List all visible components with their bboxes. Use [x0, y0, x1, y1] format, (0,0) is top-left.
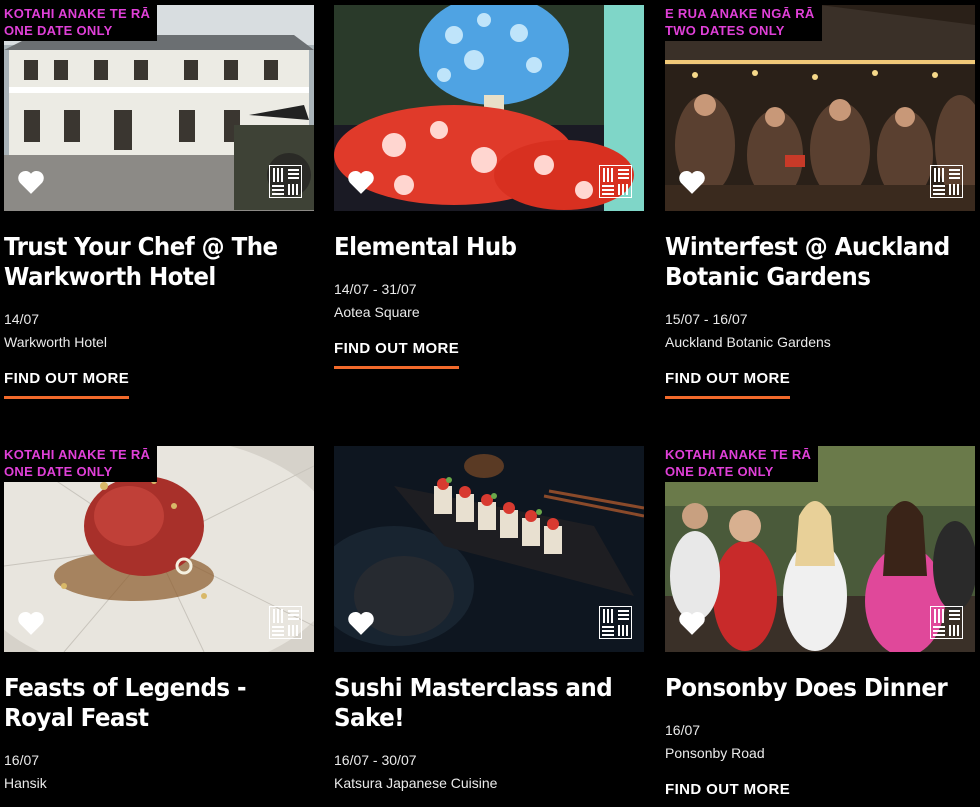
event-dates: 15/07 - 16/07 — [665, 311, 748, 327]
event-image-hotel[interactable]: KOTAHI ANAKE TE RĀ ONE DATE ONLY — [4, 5, 314, 211]
event-image-sushi[interactable] — [334, 446, 644, 652]
event-card[interactable]: KOTAHI ANAKE TE RĀ ONE DATE ONLY Trust Y… — [4, 5, 314, 399]
event-venue: Hansik — [4, 775, 47, 791]
find-out-more-link[interactable]: FIND OUT MORE — [665, 781, 790, 807]
logo-icon — [269, 165, 302, 198]
event-venue: Aotea Square — [334, 304, 420, 320]
event-image-feast[interactable]: KOTAHI ANAKE TE RĀ ONE DATE ONLY — [4, 446, 314, 652]
logo-icon — [599, 606, 632, 639]
logo-icon — [599, 165, 632, 198]
event-image-ponsonby[interactable]: KOTAHI ANAKE TE RĀ ONE DATE ONLY — [665, 446, 975, 652]
event-card[interactable]: Elemental Hub 14/07 - 31/07 Aotea Square… — [334, 5, 644, 369]
heart-icon[interactable] — [677, 610, 707, 636]
date-badge: E RUA ANAKE NGĀ RĀ TWO DATES ONLY — [665, 5, 822, 41]
find-out-more-link[interactable]: FIND OUT MORE — [665, 370, 791, 399]
event-dates: 14/07 - 31/07 — [334, 281, 417, 297]
event-title[interactable]: Winterfest @ Auckland Botanic Gardens — [665, 232, 969, 292]
find-out-more-link[interactable]: FIND OUT MORE — [334, 340, 460, 369]
logo-icon — [930, 165, 963, 198]
event-card[interactable]: KOTAHI ANAKE TE RĀ ONE DATE ONLY Ponsonb… — [665, 446, 975, 807]
event-title[interactable]: Trust Your Chef @ The Warkworth Hotel — [4, 232, 308, 292]
event-dates: 16/07 - 30/07 — [334, 752, 417, 768]
heart-icon[interactable] — [16, 169, 46, 195]
event-dates: 14/07 — [4, 311, 40, 327]
heart-icon[interactable] — [16, 610, 46, 636]
lantern-photo — [334, 5, 644, 211]
event-venue: Ponsonby Road — [665, 745, 765, 761]
date-badge: KOTAHI ANAKE TE RĀ ONE DATE ONLY — [4, 446, 158, 482]
heart-icon[interactable] — [346, 169, 376, 195]
event-image-winterfest[interactable]: E RUA ANAKE NGĀ RĀ TWO DATES ONLY — [665, 5, 975, 211]
event-title[interactable]: Feasts of Legends - Royal Feast — [4, 673, 308, 733]
event-card[interactable]: Sushi Masterclass and Sake! 16/07 - 30/0… — [334, 446, 644, 791]
sushi-photo — [334, 446, 644, 652]
event-venue: Warkworth Hotel — [4, 334, 107, 350]
heart-icon[interactable] — [346, 610, 376, 636]
find-out-more-link[interactable]: FIND OUT MORE — [4, 370, 130, 399]
logo-icon — [930, 606, 963, 639]
event-venue: Auckland Botanic Gardens — [665, 334, 831, 350]
event-image-lanterns[interactable] — [334, 5, 644, 211]
date-badge: KOTAHI ANAKE TE RĀ ONE DATE ONLY — [665, 446, 819, 482]
event-venue: Katsura Japanese Cuisine — [334, 775, 498, 791]
event-card[interactable]: E RUA ANAKE NGĀ RĀ TWO DATES ONLY Winter… — [665, 5, 975, 399]
heart-icon[interactable] — [677, 169, 707, 195]
logo-icon — [269, 606, 302, 639]
event-title[interactable]: Sushi Masterclass and Sake! — [334, 673, 638, 733]
date-badge: KOTAHI ANAKE TE RĀ ONE DATE ONLY — [4, 5, 158, 41]
event-title[interactable]: Ponsonby Does Dinner — [665, 673, 969, 703]
event-title[interactable]: Elemental Hub — [334, 232, 638, 262]
event-card[interactable]: KOTAHI ANAKE TE RĀ ONE DATE ONLY Feasts … — [4, 446, 314, 791]
event-dates: 16/07 — [4, 752, 40, 768]
event-dates: 16/07 — [665, 722, 701, 738]
